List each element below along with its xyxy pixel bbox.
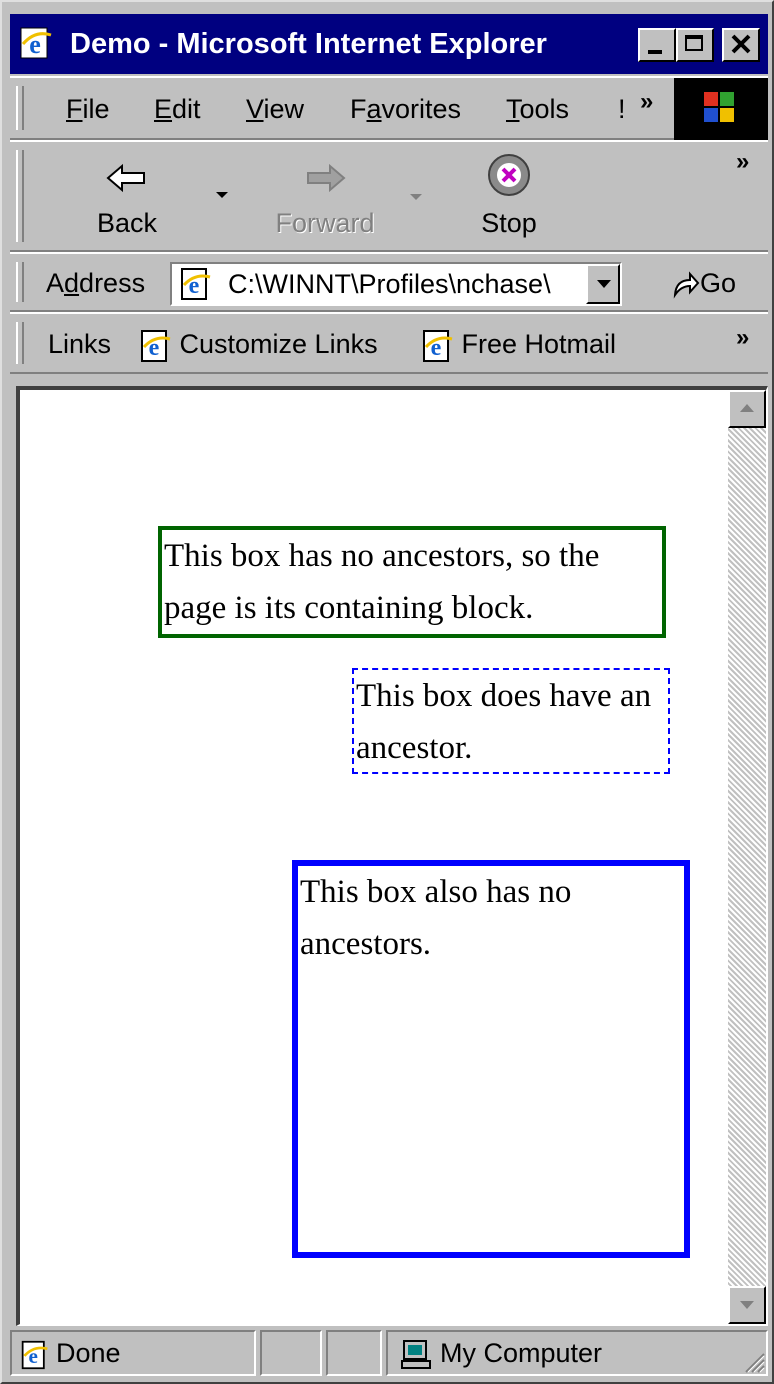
toolbar-grip[interactable] (16, 150, 24, 242)
status-pane-empty (260, 1330, 322, 1376)
chevron-down-icon (597, 280, 611, 288)
windows-logo (674, 78, 768, 140)
menu-favorites[interactable]: Favorites (350, 78, 461, 140)
ie-page-icon: e (141, 329, 171, 362)
links-bar: Links e Customize Links e Free Hotmail » (10, 312, 768, 374)
back-arrow-icon (106, 163, 145, 193)
ie-page-icon: e (21, 1340, 48, 1369)
status-bar: e Done My Computer (10, 1330, 768, 1380)
window-title: Demo - Microsoft Internet Explorer (70, 28, 547, 60)
link-free-hotmail[interactable]: e Free Hotmail (422, 314, 616, 374)
computer-icon (401, 1339, 431, 1369)
standard-toolbar: Back Forward Stop » (10, 140, 768, 252)
scroll-down-button[interactable] (728, 1286, 766, 1324)
ie-page-icon: e (181, 268, 211, 300)
address-input[interactable]: e C:\WINNT\Profiles\nchase\ (170, 262, 622, 306)
menu-grip[interactable] (16, 86, 24, 130)
minimize-button[interactable] (638, 28, 676, 62)
address-bar: Address e C:\WINNT\Profiles\nchase\ Go (10, 252, 768, 312)
scroll-up-button[interactable] (728, 390, 766, 428)
browser-window: e Demo - Microsoft Internet Explorer Fil… (0, 0, 774, 1384)
back-dropdown-icon[interactable] (216, 192, 228, 198)
stop-icon (488, 154, 530, 196)
close-icon (731, 34, 751, 54)
windows-flag-icon (704, 92, 734, 122)
close-button[interactable] (722, 28, 760, 62)
go-button[interactable]: Go (670, 254, 736, 312)
status-zone: My Computer (440, 1338, 603, 1368)
status-text-pane: e Done (10, 1330, 256, 1376)
forward-arrow-icon (307, 163, 346, 193)
address-value: C:\WINNT\Profiles\nchase\ (228, 269, 551, 299)
maximize-button[interactable] (676, 28, 714, 62)
menu-file[interactable]: File (66, 78, 110, 140)
box-also-no-ancestors: This box also has no ancestors. (292, 860, 690, 1258)
arrow-up-icon (740, 404, 754, 412)
address-label: Address (46, 268, 146, 298)
forward-button[interactable]: Forward (260, 142, 390, 260)
status-pane-empty (326, 1330, 382, 1376)
menu-tools[interactable]: Tools (506, 78, 569, 140)
menu-edit[interactable]: Edit (154, 78, 201, 140)
links-grip[interactable] (16, 322, 24, 364)
ie-logo-icon: e (20, 27, 52, 59)
forward-label: Forward (275, 208, 375, 238)
minimize-icon (648, 50, 662, 54)
box-no-ancestors: This box has no ancestors, so the page i… (158, 526, 666, 638)
address-grip[interactable] (16, 262, 24, 302)
content-frame: This box has no ancestors, so the page i… (16, 386, 768, 1326)
ie-page-icon: e (423, 329, 453, 362)
menu-bar: File Edit View Favorites Tools ! » (10, 76, 768, 140)
links-chevron-icon[interactable]: » (736, 324, 749, 352)
box-with-ancestor: This box does have an ancestor. (352, 668, 670, 774)
go-label: Go (700, 268, 737, 298)
title-bar[interactable]: e Demo - Microsoft Internet Explorer (10, 14, 768, 74)
arrow-down-icon (740, 1301, 754, 1309)
status-text: Done (56, 1338, 121, 1368)
toolbar-chevron-icon[interactable]: » (736, 148, 749, 176)
forward-dropdown-icon[interactable] (410, 194, 422, 200)
address-dropdown-button[interactable] (586, 264, 620, 304)
vertical-scrollbar[interactable] (728, 390, 766, 1324)
web-page: This box has no ancestors, so the page i… (20, 390, 728, 1324)
stop-label: Stop (481, 208, 537, 238)
menu-help[interactable]: ! (618, 78, 626, 140)
back-button[interactable]: Back (72, 142, 182, 260)
menu-view[interactable]: View (246, 78, 304, 140)
back-label: Back (96, 208, 158, 238)
status-zone-pane: My Computer (386, 1330, 768, 1376)
go-arrow-icon (673, 271, 700, 299)
link-customize-links[interactable]: e Customize Links (140, 314, 378, 374)
links-label: Links (48, 329, 112, 359)
stop-button[interactable]: Stop (454, 142, 564, 260)
maximize-icon (685, 35, 703, 51)
resize-grip-icon[interactable] (740, 1348, 766, 1374)
menu-chevron-icon[interactable]: » (640, 88, 653, 116)
